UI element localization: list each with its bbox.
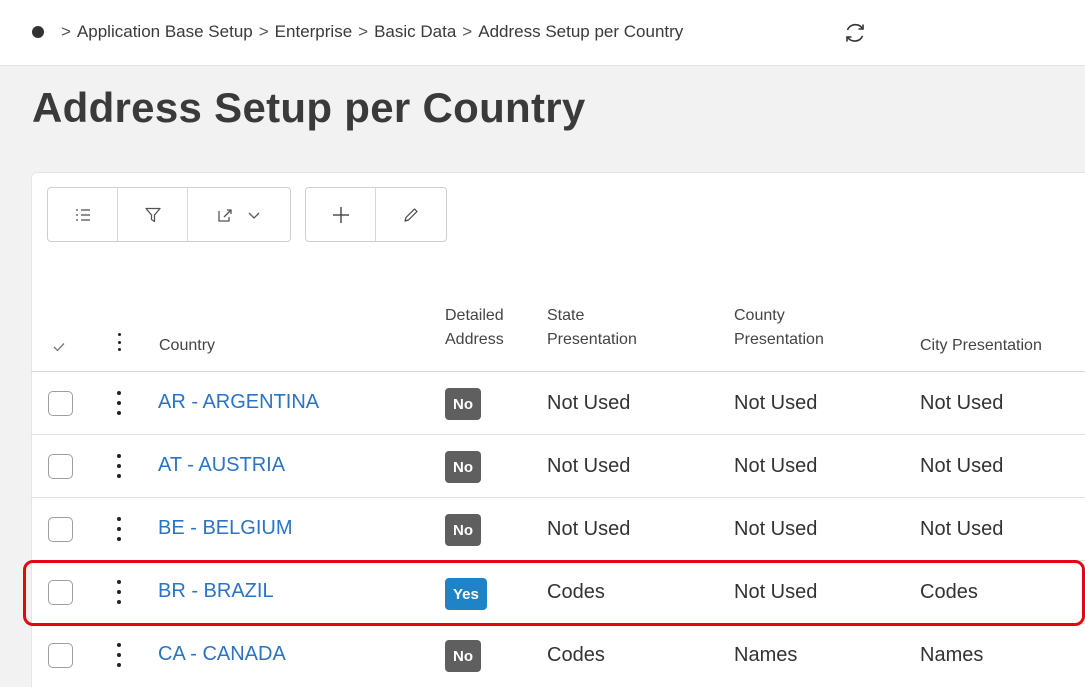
column-header-county-line2: Presentation [734,331,824,348]
column-header-detailed-line1: Detailed [445,307,504,324]
state-presentation-cell: Not Used [547,518,631,540]
breadcrumb-bar: > Application Base Setup > Enterprise > … [0,0,1085,66]
breadcrumb-separator: > [462,22,473,41]
list-view-button[interactable] [48,188,118,241]
country-link[interactable]: AT - AUSTRIA [158,454,285,477]
county-presentation-cell: Not Used [734,518,818,540]
filter-icon [144,207,161,222]
column-header-city-presentation[interactable]: City Presentation [920,334,1042,358]
filter-button[interactable] [118,188,188,241]
table-row[interactable]: AT - AUSTRIA No Not Used Not Used Not Us… [31,435,1085,498]
city-presentation-cell: Not Used [920,518,1004,540]
page-title: Address Setup per Country [32,84,586,131]
list-view-icon [75,208,90,221]
breadcrumb-item-enterprise[interactable]: Enterprise [275,22,352,42]
country-link[interactable]: AR - ARGENTINA [158,391,319,414]
row-menu-icon[interactable] [116,391,122,415]
state-presentation-cell: Not Used [547,392,631,414]
state-presentation-cell: Not Used [547,455,631,477]
row-menu-icon[interactable] [116,454,122,478]
export-button[interactable] [188,188,290,241]
column-header-county-presentation[interactable]: County Presentation [734,304,824,352]
country-link[interactable]: BE - BELGIUM [158,517,292,540]
breadcrumb-item-basic-data[interactable]: Basic Data [374,22,456,42]
country-link[interactable]: CA - CANADA [158,643,286,666]
select-all-check-icon[interactable] [52,341,66,353]
detailed-address-badge: No [445,388,481,420]
view-button-group [47,187,291,242]
edit-button-group [305,187,447,242]
detailed-address-badge: No [445,451,481,483]
row-menu-icon[interactable] [116,580,122,604]
breadcrumb-separator: > [358,22,369,41]
table-row[interactable]: BE - BELGIUM No Not Used Not Used Not Us… [31,498,1085,561]
home-dot-icon[interactable] [32,26,44,38]
breadcrumb-separator: > [61,22,71,41]
table-row[interactable]: CA - CANADA No Codes Names Names [31,624,1085,687]
breadcrumb-separator: > [258,22,269,41]
breadcrumb-item-current: Address Setup per Country [478,22,684,41]
city-presentation-cell: Not Used [920,455,1004,477]
row-checkbox[interactable] [48,580,73,605]
table-row-selected[interactable]: BR - BRAZIL Yes Codes Not Used Codes [31,561,1085,624]
city-presentation-cell: Codes [920,581,978,603]
row-menu-icon[interactable] [116,643,122,667]
table-toolbar [47,187,447,242]
row-checkbox[interactable] [48,517,73,542]
state-presentation-cell: Codes [547,644,605,666]
add-icon [332,206,349,223]
column-menu-icon[interactable] [116,333,122,351]
chevron-down-icon [248,212,260,219]
detailed-address-badge: No [445,514,481,546]
table-row[interactable]: AR - ARGENTINA No Not Used Not Used Not … [31,372,1085,435]
column-header-detailed-address[interactable]: Detailed Address [445,304,504,352]
breadcrumb: > Application Base Setup > Enterprise > … [32,22,683,42]
country-link[interactable]: BR - BRAZIL [158,580,274,603]
row-menu-icon[interactable] [116,517,122,541]
edit-icon [404,207,418,222]
row-checkbox[interactable] [48,391,73,416]
edit-button[interactable] [376,188,446,241]
column-header-country[interactable]: Country [159,334,215,358]
county-presentation-cell: Names [734,644,798,666]
city-presentation-cell: Names [920,644,984,666]
refresh-icon[interactable] [842,20,868,46]
city-presentation-cell: Not Used [920,392,1004,414]
county-presentation-cell: Not Used [734,392,818,414]
column-header-state-line1: State [547,307,585,324]
export-icon [218,208,232,222]
add-button[interactable] [306,188,376,241]
row-checkbox[interactable] [48,643,73,668]
county-presentation-cell: Not Used [734,581,818,603]
detailed-address-badge: Yes [445,578,487,610]
column-header-state-line2: Presentation [547,331,637,348]
state-presentation-cell: Codes [547,581,605,603]
county-presentation-cell: Not Used [734,455,818,477]
detailed-address-badge: No [445,640,481,672]
row-checkbox[interactable] [48,454,73,479]
column-header-state-presentation[interactable]: State Presentation [547,304,637,352]
column-header-county-line1: County [734,307,785,324]
breadcrumb-item-application-base-setup[interactable]: Application Base Setup [77,22,253,42]
column-header-detailed-line2: Address [445,331,504,348]
